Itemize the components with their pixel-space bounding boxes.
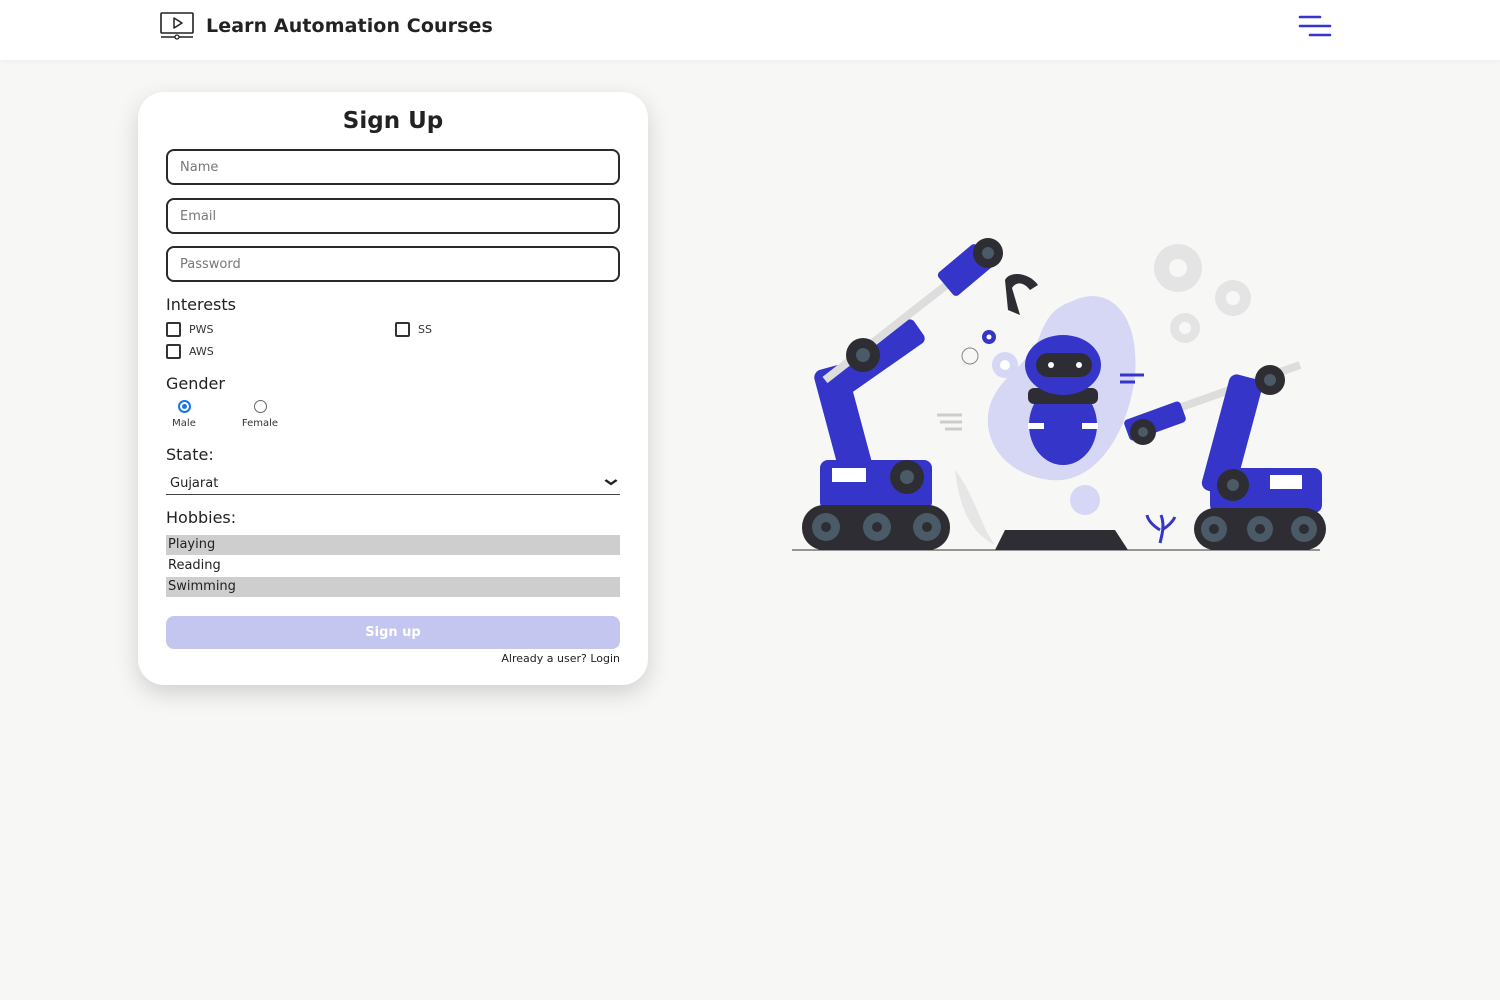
login-link[interactable]: Already a user? Login <box>501 652 620 665</box>
signup-card: Sign Up Interests PWS SS AWS Gender Male… <box>138 92 648 685</box>
brand-title: Learn Automation Courses <box>206 15 493 37</box>
brand[interactable]: Learn Automation Courses <box>160 12 493 40</box>
hamburger-menu-icon[interactable] <box>1296 14 1334 40</box>
interest-label: SS <box>418 323 432 336</box>
radio-dot[interactable] <box>253 400 267 413</box>
gender-label: Gender <box>166 374 225 393</box>
checkbox-box[interactable] <box>166 344 181 359</box>
state-selected-value: Gujarat <box>170 476 219 491</box>
radio-dot[interactable] <box>177 400 191 413</box>
hobby-option-swimming[interactable]: Swimming <box>166 577 620 597</box>
checkbox-box[interactable] <box>395 322 410 337</box>
name-field[interactable] <box>166 149 620 185</box>
gender-option-label: Male <box>172 418 196 429</box>
robot-illustration <box>790 225 1330 560</box>
interest-label: PWS <box>189 323 214 336</box>
form-title: Sign Up <box>342 108 444 134</box>
hobby-option-reading[interactable]: Reading <box>166 556 620 576</box>
interest-checkbox-aws[interactable]: AWS <box>166 344 214 359</box>
top-navbar: Learn Automation Courses <box>0 0 1500 60</box>
password-field[interactable] <box>166 246 620 282</box>
gender-radio-female[interactable]: Female <box>235 400 285 429</box>
interests-label: Interests <box>166 295 236 314</box>
gender-radio-male[interactable]: Male <box>159 400 209 429</box>
signup-button[interactable]: Sign up <box>166 616 620 649</box>
video-monitor-icon <box>160 12 194 40</box>
email-field[interactable] <box>166 198 620 234</box>
checkbox-box[interactable] <box>166 322 181 337</box>
gender-option-label: Female <box>241 418 279 429</box>
interest-checkbox-ss[interactable]: SS <box>395 322 432 337</box>
hobby-option-playing[interactable]: Playing <box>166 535 620 555</box>
interest-label: AWS <box>189 345 214 358</box>
hobbies-label: Hobbies: <box>166 508 237 527</box>
state-label: State: <box>166 445 214 464</box>
hobbies-listbox[interactable]: Playing Reading Swimming <box>166 535 620 597</box>
chevron-down-icon <box>604 478 618 489</box>
interest-checkbox-pws[interactable]: PWS <box>166 322 214 337</box>
state-select[interactable]: Gujarat <box>166 473 620 495</box>
